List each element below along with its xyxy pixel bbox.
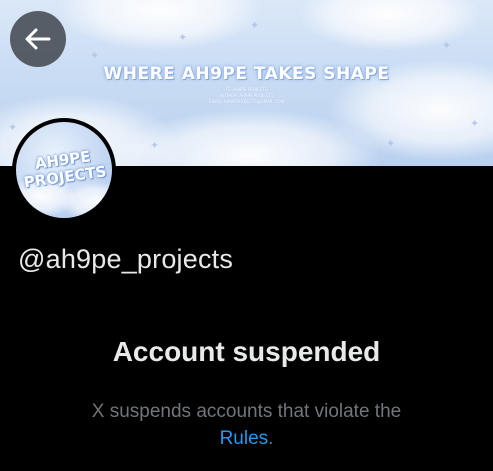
suspension-rules-line: Rules. [0, 425, 493, 452]
sparkle-icon: ✦ [470, 117, 480, 130]
sparkle-icon: ✦ [442, 39, 452, 52]
rules-period: . [268, 428, 274, 449]
sparkle-icon: ✦ [8, 121, 18, 134]
banner-title: WHERE AH9PE TAKES SHAPE [103, 64, 390, 84]
suspension-title: Account suspended [112, 336, 381, 367]
sparkle-icon: ✦ [250, 19, 260, 32]
suspension-description: X suspends accounts that violate the Rul… [0, 398, 493, 452]
sparkle-icon: ✦ [178, 31, 188, 44]
sparkle-icon: ✦ [150, 139, 160, 152]
profile-handle: @ah9pe_projects [18, 244, 234, 274]
banner-cloud [300, 0, 480, 50]
avatar-image: AH9PE PROJECTS [16, 122, 112, 218]
avatar[interactable]: AH9PE PROJECTS [12, 118, 116, 222]
back-button[interactable] [10, 11, 66, 67]
suspension-description-text: X suspends accounts that violate the [91, 401, 402, 422]
banner-credits: TE: AH9PE PROJECTS HEOHEH: AH9PE PROJECT… [0, 87, 493, 105]
banner-cloud [60, 0, 260, 50]
rules-link[interactable]: Rules [220, 428, 269, 449]
arrow-left-icon [25, 28, 51, 50]
sparkle-icon: ✦ [90, 49, 100, 62]
sparkle-icon: ✦ [386, 137, 396, 150]
banner-credit-line: EMAIL: AH9PEPROJECTS@GMAIL.COM [208, 99, 285, 104]
